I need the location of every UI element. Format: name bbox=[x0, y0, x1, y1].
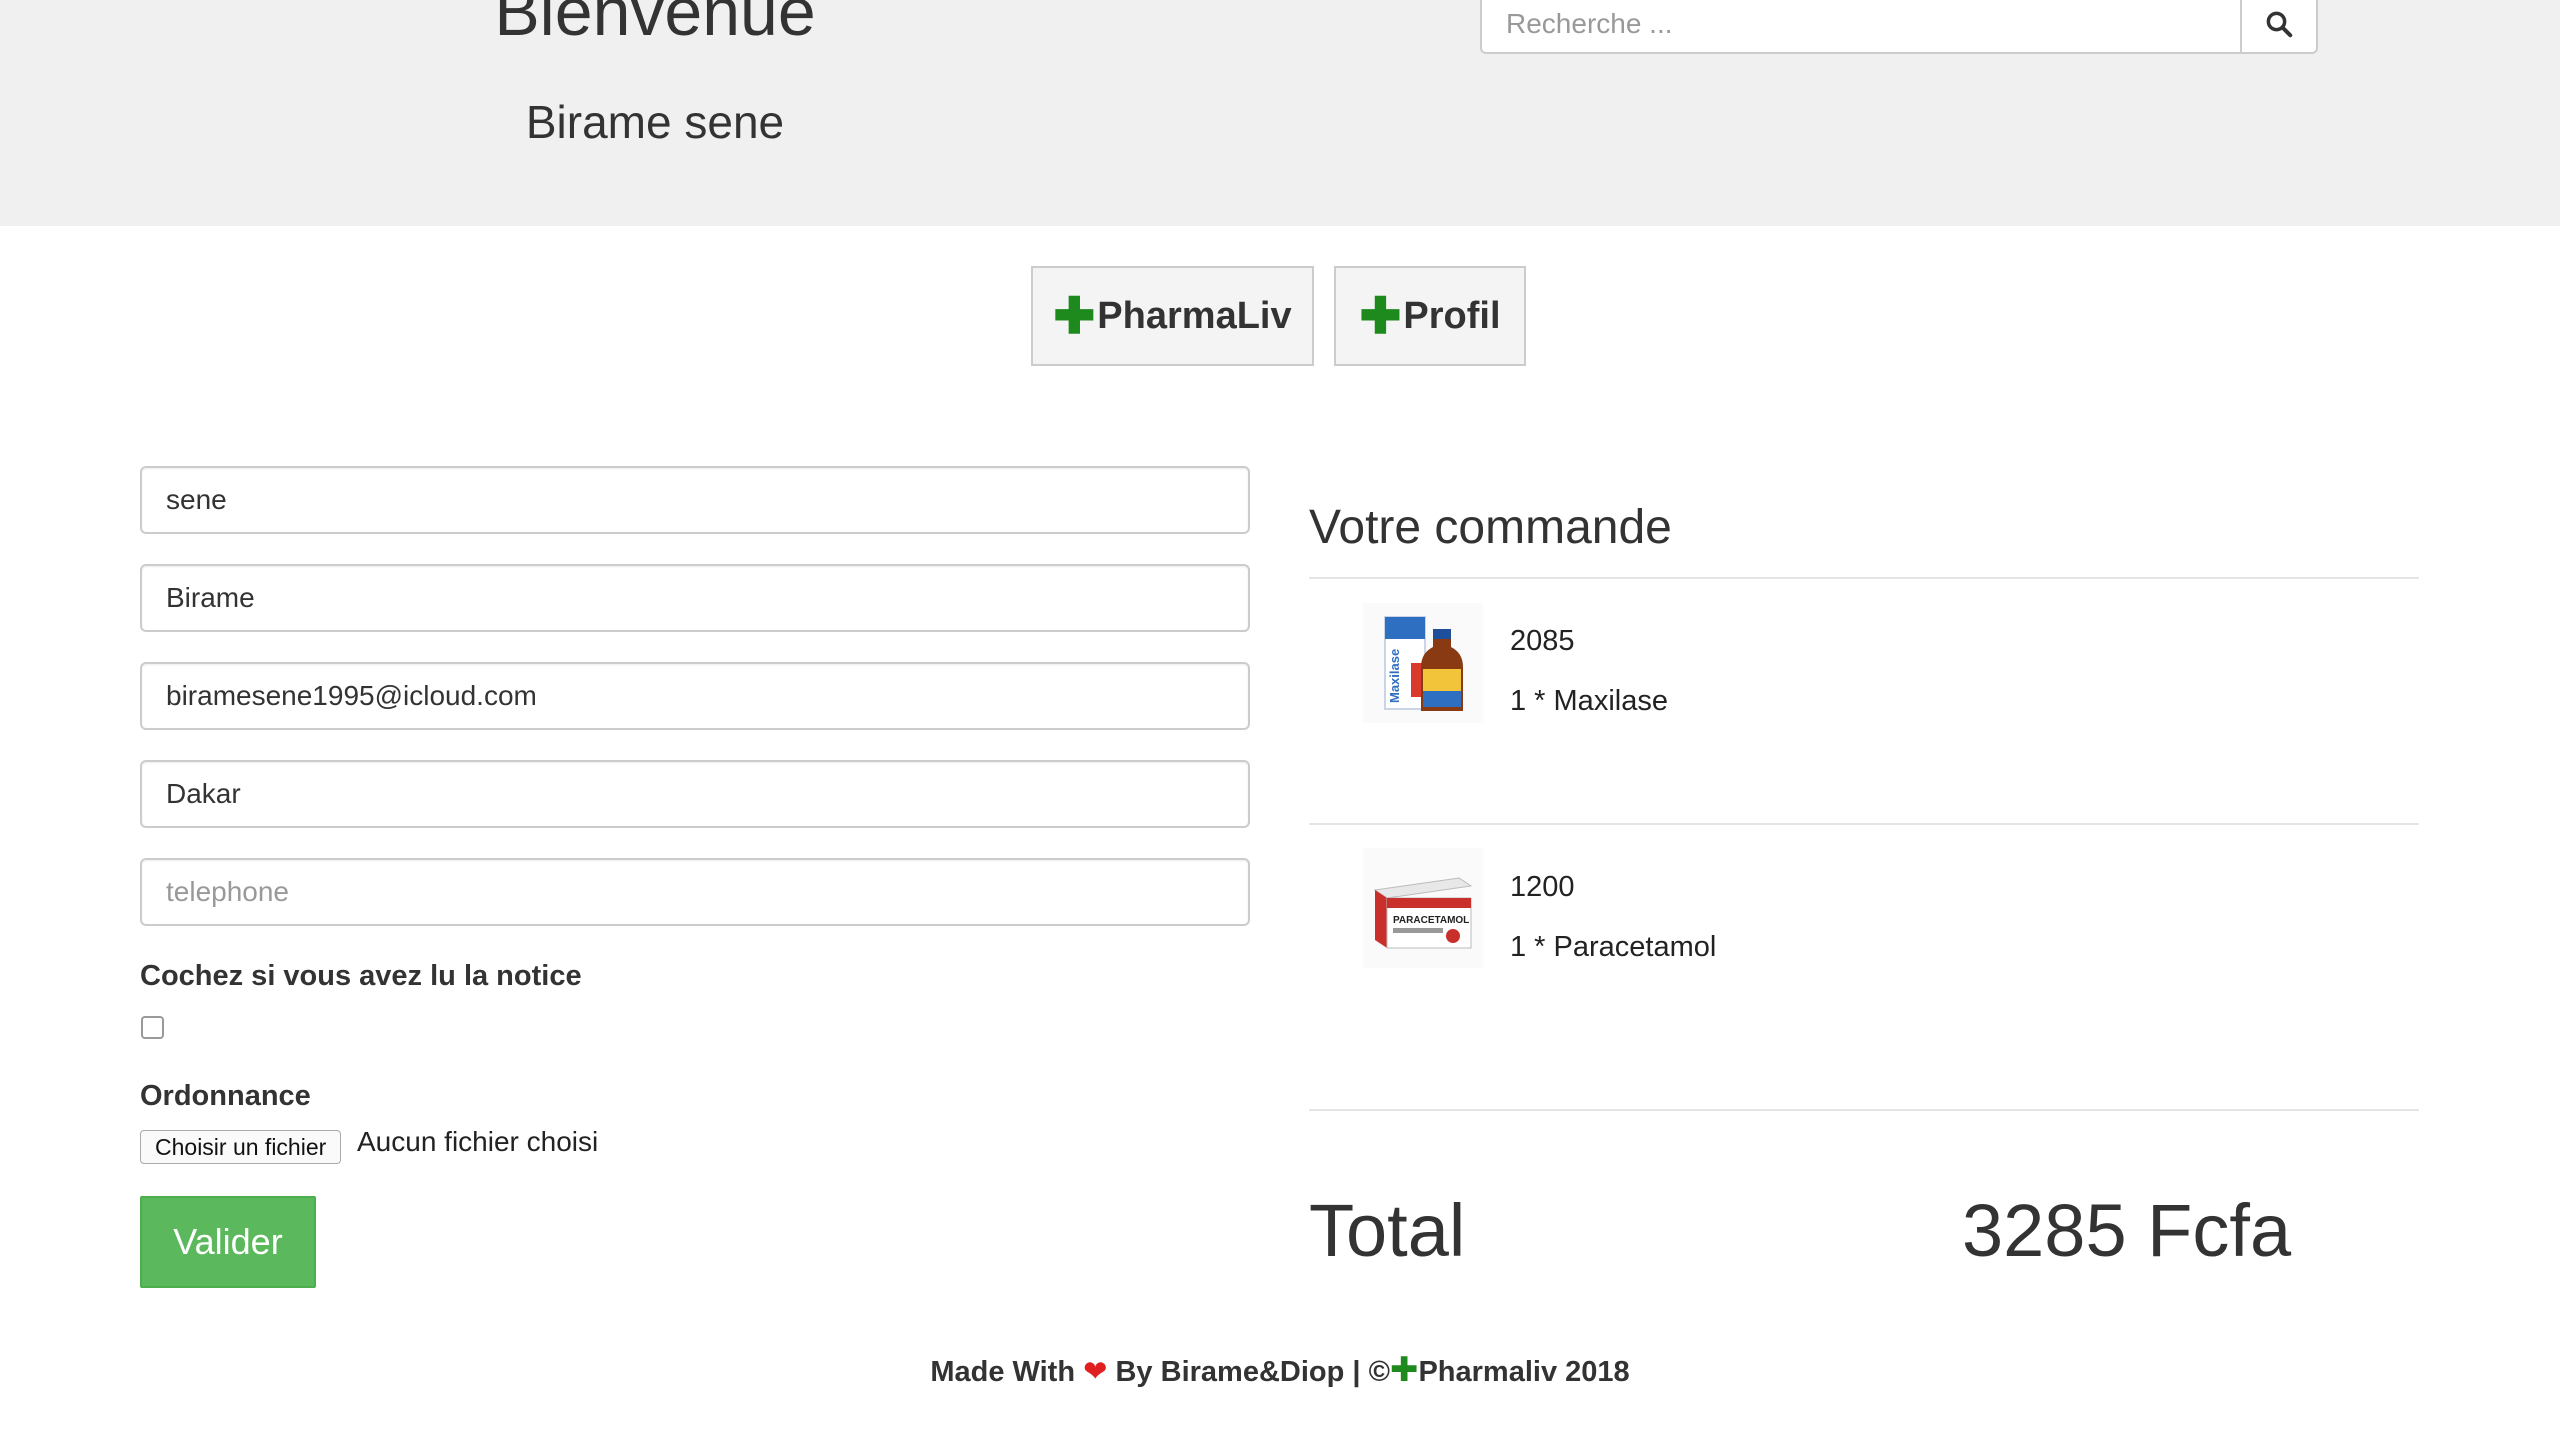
pharmaliv-button[interactable]: ✚ PharmaLiv bbox=[1031, 266, 1314, 366]
divider bbox=[1309, 823, 2419, 825]
item-price: 1200 bbox=[1510, 871, 1575, 903]
submit-button[interactable]: Valider bbox=[140, 1196, 316, 1288]
divider bbox=[1309, 1109, 2419, 1111]
divider bbox=[1309, 577, 2419, 579]
email-field[interactable] bbox=[140, 662, 1250, 730]
footer-authors: Birame&Diop bbox=[1160, 1356, 1345, 1388]
maxilase-product-image: Maxilase bbox=[1363, 603, 1483, 723]
notice-checkbox[interactable] bbox=[141, 1016, 164, 1039]
notice-label: Cochez si vous avez lu la notice bbox=[140, 960, 582, 992]
choose-file-button[interactable]: Choisir un fichier bbox=[140, 1130, 342, 1164]
footer-made-with: Made With bbox=[930, 1356, 1076, 1388]
profil-label: Profil bbox=[1403, 294, 1501, 337]
footer-by: By bbox=[1115, 1356, 1153, 1388]
pharmaliv-label: PharmaLiv bbox=[1097, 294, 1292, 337]
order-title: Votre commande bbox=[1309, 501, 1672, 554]
file-status: Aucun fichier choisi bbox=[357, 1126, 599, 1157]
welcome-title: Bienvenue bbox=[494, 0, 816, 50]
city-field[interactable] bbox=[140, 760, 1250, 828]
ordonnance-label: Ordonnance bbox=[140, 1080, 311, 1112]
user-name: Birame sene bbox=[525, 96, 785, 148]
footer-year: 2018 bbox=[1565, 1356, 1630, 1388]
page-header: Bienvenue Birame sene bbox=[0, 0, 2560, 226]
footer-separator: | bbox=[1352, 1356, 1361, 1388]
search-bar bbox=[1480, 0, 2318, 54]
last-name-field[interactable] bbox=[140, 466, 1250, 534]
pharmacy-cross-icon: ✚ bbox=[1053, 288, 1096, 344]
pharmacy-cross-icon: ✚ bbox=[1359, 288, 1402, 344]
item-name: 1 * Maxilase bbox=[1510, 685, 1668, 717]
paracetamol-product-image: PARACETAMOL bbox=[1363, 848, 1483, 968]
svg-text:PARACETAMOL: PARACETAMOL bbox=[1393, 915, 1469, 926]
footer-brand: Pharmaliv bbox=[1418, 1356, 1558, 1388]
search-icon bbox=[2266, 11, 2293, 38]
total-value: 3285 Fcfa bbox=[1962, 1189, 2292, 1272]
item-price: 2085 bbox=[1510, 625, 1575, 657]
item-name: 1 * Paracetamol bbox=[1510, 931, 1717, 963]
main-nav: ✚ PharmaLiv ✚ Profil bbox=[0, 266, 2560, 366]
telephone-field[interactable] bbox=[140, 858, 1250, 926]
footer-copyright: © bbox=[1368, 1356, 1390, 1388]
pharmacy-cross-icon: ✚ bbox=[1389, 1351, 1419, 1389]
first-name-field[interactable] bbox=[140, 564, 1250, 632]
page-footer: Made With ❤ By Birame&Diop | ©✚Pharmaliv… bbox=[0, 1350, 2560, 1390]
svg-text:Maxilase: Maxilase bbox=[1387, 649, 1402, 703]
search-button[interactable] bbox=[2240, 0, 2318, 54]
profil-button[interactable]: ✚ Profil bbox=[1334, 266, 1526, 366]
heart-icon: ❤ bbox=[1083, 1356, 1108, 1388]
total-label: Total bbox=[1309, 1189, 1466, 1272]
search-input[interactable] bbox=[1480, 0, 2240, 54]
